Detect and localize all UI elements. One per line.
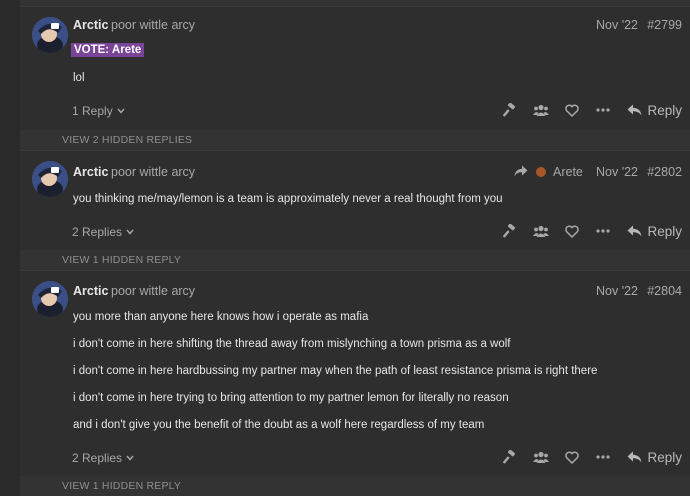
post-body-line: lol: [73, 72, 85, 84]
reply-to-indicator[interactable]: Arete: [514, 165, 583, 179]
view-hidden-replies[interactable]: VIEW 2 HIDDEN REPLIES: [20, 130, 690, 150]
reply-arrow-icon: [627, 451, 642, 463]
post-actions: Reply: [493, 449, 682, 465]
post-2802: Arctic poor wittle arcy Arete Nov '22 #2…: [20, 150, 690, 251]
replies-count: 1 Reply: [72, 104, 113, 118]
user-title: poor wittle arcy: [111, 165, 196, 179]
user-title: poor wittle arcy: [111, 284, 196, 298]
replies-count: 2 Replies: [72, 451, 123, 465]
reply-label: Reply: [647, 449, 682, 465]
post-body-line: i don't come in here trying to bring att…: [73, 392, 509, 404]
reply-button[interactable]: Reply: [627, 103, 682, 118]
post-actions: Reply: [493, 102, 682, 118]
username[interactable]: Arctic: [73, 18, 108, 32]
post-number[interactable]: #2804: [647, 284, 682, 298]
reply-to-username: Arete: [553, 165, 583, 179]
chevron-down-icon: [117, 108, 125, 114]
more-icon[interactable]: [589, 449, 617, 465]
post-date[interactable]: Nov '22: [596, 284, 638, 298]
user-title: poor wittle arcy: [111, 18, 196, 32]
show-replies-button[interactable]: 1 Reply: [72, 104, 125, 118]
replies-count: 2 Replies: [72, 225, 123, 239]
username[interactable]: Arctic: [73, 284, 108, 298]
reply-arrow-icon: [627, 225, 642, 237]
avatar[interactable]: [32, 17, 68, 53]
more-icon[interactable]: [589, 102, 617, 118]
post-body-line: i don't come in here hardbussing my part…: [73, 365, 598, 377]
chevron-down-icon: [126, 455, 134, 461]
show-replies-button[interactable]: 2 Replies: [72, 225, 134, 239]
show-replies-button[interactable]: 2 Replies: [72, 451, 134, 465]
reply-label: Reply: [647, 102, 682, 118]
post-body-line: i don't come in here shifting the thread…: [73, 338, 511, 350]
avatar[interactable]: [32, 161, 68, 197]
post-body-line: you thinking me/may/lemon is a team is a…: [73, 193, 503, 205]
post-body-line: and i don't give you the benefit of the …: [73, 419, 485, 431]
post-2804: Arctic poor wittle arcy Nov '22 #2804 yo…: [20, 270, 690, 476]
post-number[interactable]: #2799: [647, 18, 682, 32]
hammer-icon[interactable]: [496, 449, 524, 465]
post-number[interactable]: #2802: [647, 165, 682, 179]
username[interactable]: Arctic: [73, 165, 108, 179]
reply-to-avatar: [536, 167, 546, 177]
reply-arrow-icon: [627, 104, 642, 116]
reply-button[interactable]: Reply: [627, 224, 682, 239]
vote-highlight: VOTE: Arete: [71, 43, 145, 57]
post-actions: Reply: [493, 223, 682, 239]
share-arrow-icon: [514, 165, 528, 177]
view-hidden-replies[interactable]: VIEW 1 HIDDEN REPLY: [20, 250, 690, 270]
hammer-icon[interactable]: [496, 223, 524, 239]
heart-icon[interactable]: [558, 102, 586, 118]
post-2799: Arctic poor wittle arcy Nov '22 #2799 VO…: [20, 6, 690, 130]
hammer-icon[interactable]: [496, 102, 524, 118]
avatar[interactable]: [32, 281, 68, 317]
group-icon[interactable]: [527, 102, 555, 118]
group-icon[interactable]: [527, 449, 555, 465]
heart-icon[interactable]: [558, 449, 586, 465]
heart-icon[interactable]: [558, 223, 586, 239]
post-date[interactable]: Nov '22: [596, 165, 638, 179]
more-icon[interactable]: [589, 223, 617, 239]
chevron-down-icon: [126, 229, 134, 235]
view-hidden-replies[interactable]: VIEW 1 HIDDEN REPLY: [20, 476, 690, 496]
post-date[interactable]: Nov '22: [596, 18, 638, 32]
reply-button[interactable]: Reply: [627, 450, 682, 465]
reply-label: Reply: [647, 223, 682, 239]
post-body-line: you more than anyone here knows how i op…: [73, 311, 369, 323]
group-icon[interactable]: [527, 223, 555, 239]
